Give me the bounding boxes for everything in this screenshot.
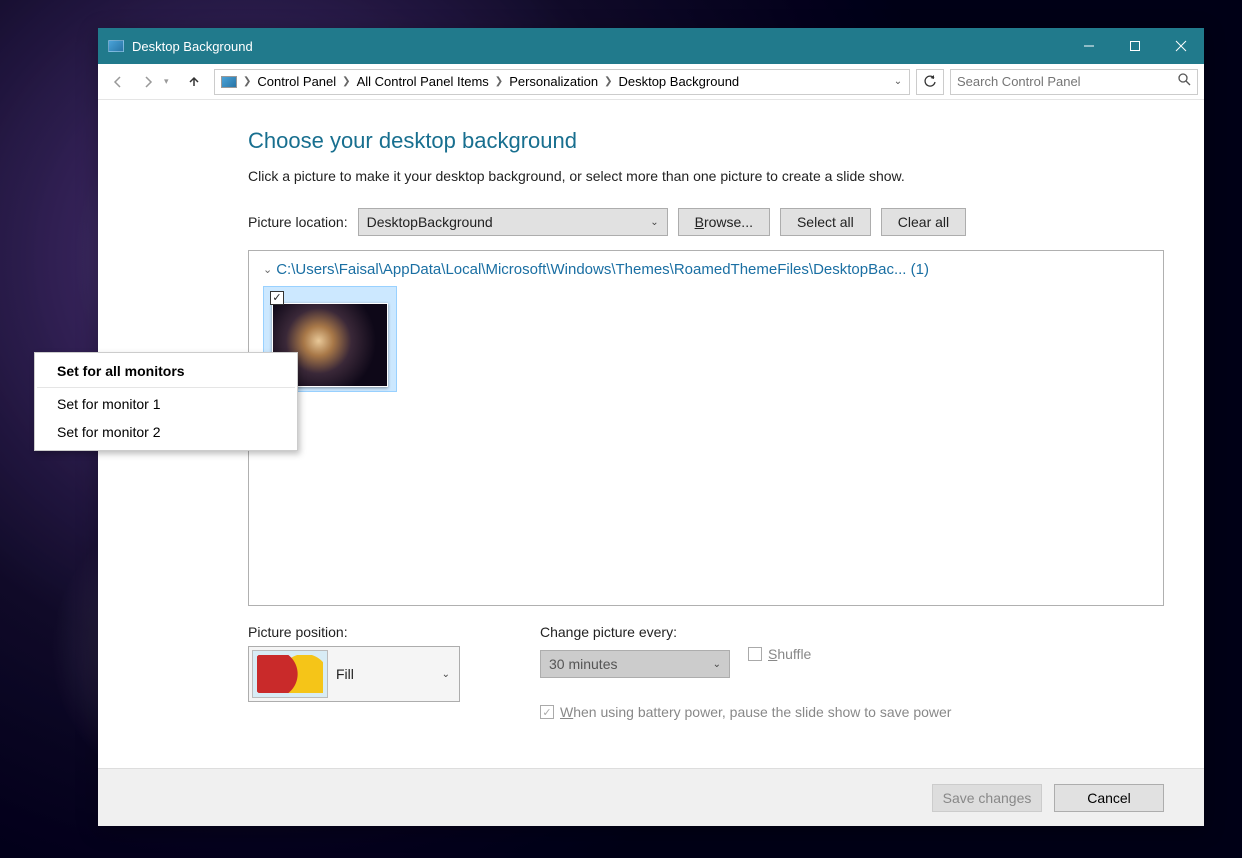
save-changes-button[interactable]: Save changes [932,784,1042,812]
app-icon [108,40,124,52]
breadcrumb-item[interactable]: Desktop Background [614,74,743,89]
browse-button[interactable]: Browse... [678,208,770,236]
navigation-bar: ▾ ❯ Control Panel ❯ All Control Panel It… [98,64,1204,100]
picture-position-combo[interactable]: Fill ⌄ [248,646,460,702]
picture-location-combo[interactable]: DesktopBackground ⌄ [358,208,668,236]
picture-location-label: Picture location: [248,214,348,230]
change-interval-label: Change picture every: [540,624,951,640]
footer: Save changes Cancel [98,768,1204,826]
shuffle-label: Shuffle [768,646,811,662]
close-button[interactable] [1158,28,1204,64]
picture-group-header[interactable]: ⌄ C:\Users\Faisal\AppData\Local\Microsof… [263,261,1149,278]
position-preview-icon [252,650,328,698]
clear-all-button[interactable]: Clear all [881,208,966,236]
change-interval-value: 30 minutes [549,656,617,672]
chevron-down-icon: ⌄ [263,263,272,276]
picture-list[interactable]: ⌄ C:\Users\Faisal\AppData\Local\Microsof… [248,250,1164,606]
forward-button[interactable] [134,68,162,96]
chevron-right-icon[interactable]: ❯ [602,76,614,87]
minimize-button[interactable] [1066,28,1112,64]
select-all-button[interactable]: Select all [780,208,871,236]
back-button[interactable] [104,68,132,96]
picture-position-value: Fill [336,666,354,682]
address-dropdown-icon[interactable]: ⌄ [887,76,909,87]
picture-position-label: Picture position: [248,624,460,640]
context-menu-item-monitor2[interactable]: Set for monitor 2 [37,418,295,446]
chevron-down-icon: ⌄ [713,659,721,670]
change-interval-combo[interactable]: 30 minutes ⌄ [540,650,730,678]
breadcrumb-item[interactable]: Personalization [505,74,602,89]
recent-locations-dropdown[interactable]: ▾ [164,76,178,87]
context-menu-item-all[interactable]: Set for all monitors [37,357,295,388]
context-menu-item-monitor1[interactable]: Set for monitor 1 [37,390,295,418]
chevron-right-icon[interactable]: ❯ [340,76,352,87]
maximize-button[interactable] [1112,28,1158,64]
thumbnail-checkbox[interactable]: ✓ [270,291,284,305]
battery-checkbox[interactable]: ✓ When using battery power, pause the sl… [540,704,951,720]
chevron-down-icon: ⌄ [442,669,456,680]
shuffle-checkbox[interactable]: Shuffle [748,646,811,662]
chevron-down-icon: ⌄ [650,217,658,228]
group-path: C:\Users\Faisal\AppData\Local\Microsoft\… [276,261,929,278]
chevron-right-icon[interactable]: ❯ [241,76,253,87]
cancel-button[interactable]: Cancel [1054,784,1164,812]
search-icon[interactable] [1177,72,1191,91]
battery-label: When using battery power, pause the slid… [560,704,951,720]
address-bar[interactable]: ❯ Control Panel ❯ All Control Panel Item… [214,69,910,95]
page-subtitle: Click a picture to make it your desktop … [248,168,1164,184]
context-menu[interactable]: Set for all monitors Set for monitor 1 S… [34,352,298,451]
refresh-button[interactable] [916,69,944,95]
breadcrumb-item[interactable]: All Control Panel Items [353,74,493,89]
chevron-right-icon[interactable]: ❯ [493,76,505,87]
search-box[interactable] [950,69,1198,95]
breadcrumb-item[interactable]: Control Panel [253,74,340,89]
window-title: Desktop Background [132,39,1066,54]
titlebar[interactable]: Desktop Background [98,28,1204,64]
search-input[interactable] [957,74,1177,89]
page-title: Choose your desktop background [248,128,1164,154]
picture-location-value: DesktopBackground [367,214,493,230]
location-icon [221,76,237,88]
checkbox-icon [748,647,762,661]
up-button[interactable] [180,68,208,96]
checkbox-icon: ✓ [540,705,554,719]
